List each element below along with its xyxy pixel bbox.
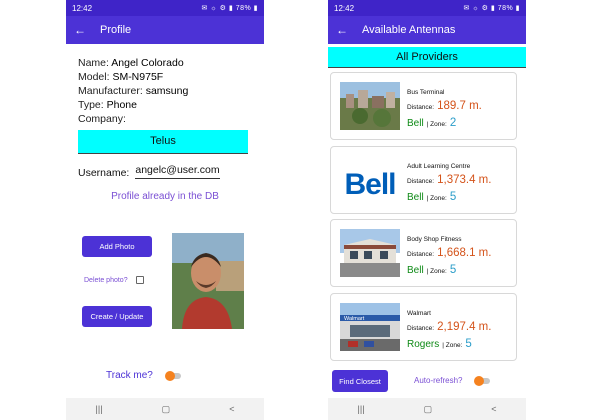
add-photo-button[interactable]: Add Photo	[82, 236, 152, 257]
track-me-label: Track me?	[106, 370, 153, 381]
profile-photo	[172, 233, 244, 329]
status-time: 12:42	[334, 3, 355, 13]
distance-value: 189.7 m.	[437, 100, 482, 112]
zone-value: 5	[449, 264, 457, 276]
provider-name: Bell	[407, 192, 424, 203]
username-label: Username:	[78, 167, 130, 179]
recent-apps-icon[interactable]: |||	[358, 404, 365, 414]
status-icons: ✉ ☼ ⚙ ▮ 78% ▮	[201, 5, 258, 12]
type-row: Type: Phone	[78, 99, 137, 111]
system-nav-bar: ||| ▢ <	[66, 398, 264, 420]
profile-screen: 12:42 ✉ ☼ ⚙ ▮ 78% ▮ ← Profile Name: Ange…	[66, 0, 264, 420]
provider-name: Bell	[407, 118, 424, 129]
home-icon[interactable]: ▢	[424, 404, 433, 415]
provider-picker[interactable]: All Providers	[328, 47, 526, 68]
provider-name: Bell	[407, 265, 424, 276]
distance-value: 1,668.1 m.	[437, 247, 492, 259]
back-nav-icon[interactable]: <	[229, 404, 234, 414]
distance-value: 1,373.4 m.	[437, 174, 492, 186]
company-row: Company:	[78, 113, 126, 125]
model-row: Model: SM-N975F	[78, 71, 164, 83]
location-name: Walmart	[407, 310, 431, 317]
home-icon[interactable]: ▢	[162, 404, 171, 415]
antennas-screen: 12:42 ✉ ☼ ⚙ ▮ 78% ▮ ← Available Antennas…	[328, 0, 526, 420]
distance-row: Distance: 1,668.1 m.	[407, 247, 492, 259]
distance-value: 2,197.4 m.	[437, 321, 492, 333]
delete-photo-row: Delete photo?	[84, 276, 144, 284]
name-row: Name: Angel Colorado	[78, 57, 184, 69]
status-time: 12:42	[72, 3, 93, 13]
delete-photo-checkbox[interactable]	[135, 276, 144, 284]
location-photo	[340, 82, 400, 130]
svg-text:Walmart: Walmart	[344, 316, 365, 322]
distance-row: Distance: 1,373.4 m.	[407, 174, 492, 186]
auto-refresh-row: Auto-refresh?	[414, 375, 491, 386]
model-value: SM-N975F	[112, 71, 164, 83]
distance-row: Distance: 2,197.4 m.	[407, 321, 492, 333]
name-value: Angel Colorado	[111, 57, 184, 69]
track-me-toggle[interactable]	[164, 370, 181, 381]
manufacturer-row: Manufacturer: samsung	[78, 85, 189, 97]
recent-apps-icon[interactable]: |||	[96, 404, 103, 414]
create-update-button[interactable]: Create / Update	[82, 306, 152, 327]
type-value: Phone	[106, 99, 137, 111]
profile-details: Name: Angel Colorado Model: SM-N975F Man…	[66, 44, 264, 126]
location-name: Bus Terminal	[407, 89, 445, 96]
zone-value: 2	[449, 117, 457, 129]
antenna-card[interactable]: Bus Terminal Distance: 189.7 m. Bell | Z…	[330, 72, 517, 140]
provider-row: Rogers | Zone: 5	[407, 338, 472, 350]
status-icons: ✉ ☼ ⚙ ▮ 78% ▮	[463, 5, 520, 12]
location-name: Body Shop Fitness	[407, 236, 462, 243]
track-me-row: Track me?	[106, 370, 181, 381]
carrier-picker[interactable]: Telus	[78, 130, 248, 154]
app-bar: ← Profile	[66, 16, 264, 44]
auto-refresh-toggle[interactable]	[474, 375, 491, 386]
back-nav-icon[interactable]: <	[491, 404, 496, 414]
manufacturer-value: samsung	[145, 85, 189, 97]
zone-value: 5	[449, 191, 457, 203]
back-arrow-icon[interactable]: ←	[336, 23, 356, 37]
location-name: Adult Learning Centre	[407, 163, 471, 170]
back-arrow-icon[interactable]: ←	[74, 23, 94, 37]
page-title: Profile	[100, 24, 132, 36]
bottom-actions: Find Closest Auto-refresh?	[328, 370, 526, 396]
username-row: Username: angelc@user.com	[78, 164, 264, 179]
app-bar: ← Available Antennas	[328, 16, 526, 44]
status-bar: 12:42 ✉ ☼ ⚙ ▮ 78% ▮	[328, 0, 526, 16]
provider-name: Rogers	[407, 339, 440, 350]
find-closest-button[interactable]: Find Closest	[332, 370, 388, 392]
svg-text:Bell: Bell	[344, 168, 395, 201]
location-photo	[340, 229, 400, 277]
antenna-card[interactable]: Walmart Walmart Distance: 2,197.4 m. Rog…	[330, 293, 517, 361]
auto-refresh-label: Auto-refresh?	[414, 376, 463, 385]
system-nav-bar: ||| ▢ <	[328, 398, 526, 420]
provider-row: Bell | Zone: 5	[407, 191, 457, 203]
provider-row: Bell | Zone: 2	[407, 117, 457, 129]
antenna-card[interactable]: Body Shop Fitness Distance: 1,668.1 m. B…	[330, 219, 517, 287]
page-title: Available Antennas	[362, 24, 456, 36]
location-photo: Walmart	[340, 303, 400, 351]
zone-value: 5	[465, 338, 472, 350]
username-field[interactable]: angelc@user.com	[135, 164, 220, 179]
status-bar: 12:42 ✉ ☼ ⚙ ▮ 78% ▮	[66, 0, 264, 16]
distance-row: Distance: 189.7 m.	[407, 100, 482, 112]
provider-row: Bell | Zone: 5	[407, 264, 457, 276]
profile-status-message: Profile already in the DB	[111, 191, 219, 202]
bell-logo: Bell	[340, 156, 400, 204]
antenna-card[interactable]: Bell Adult Learning Centre Distance: 1,3…	[330, 146, 517, 214]
delete-photo-label: Delete photo?	[84, 276, 128, 284]
